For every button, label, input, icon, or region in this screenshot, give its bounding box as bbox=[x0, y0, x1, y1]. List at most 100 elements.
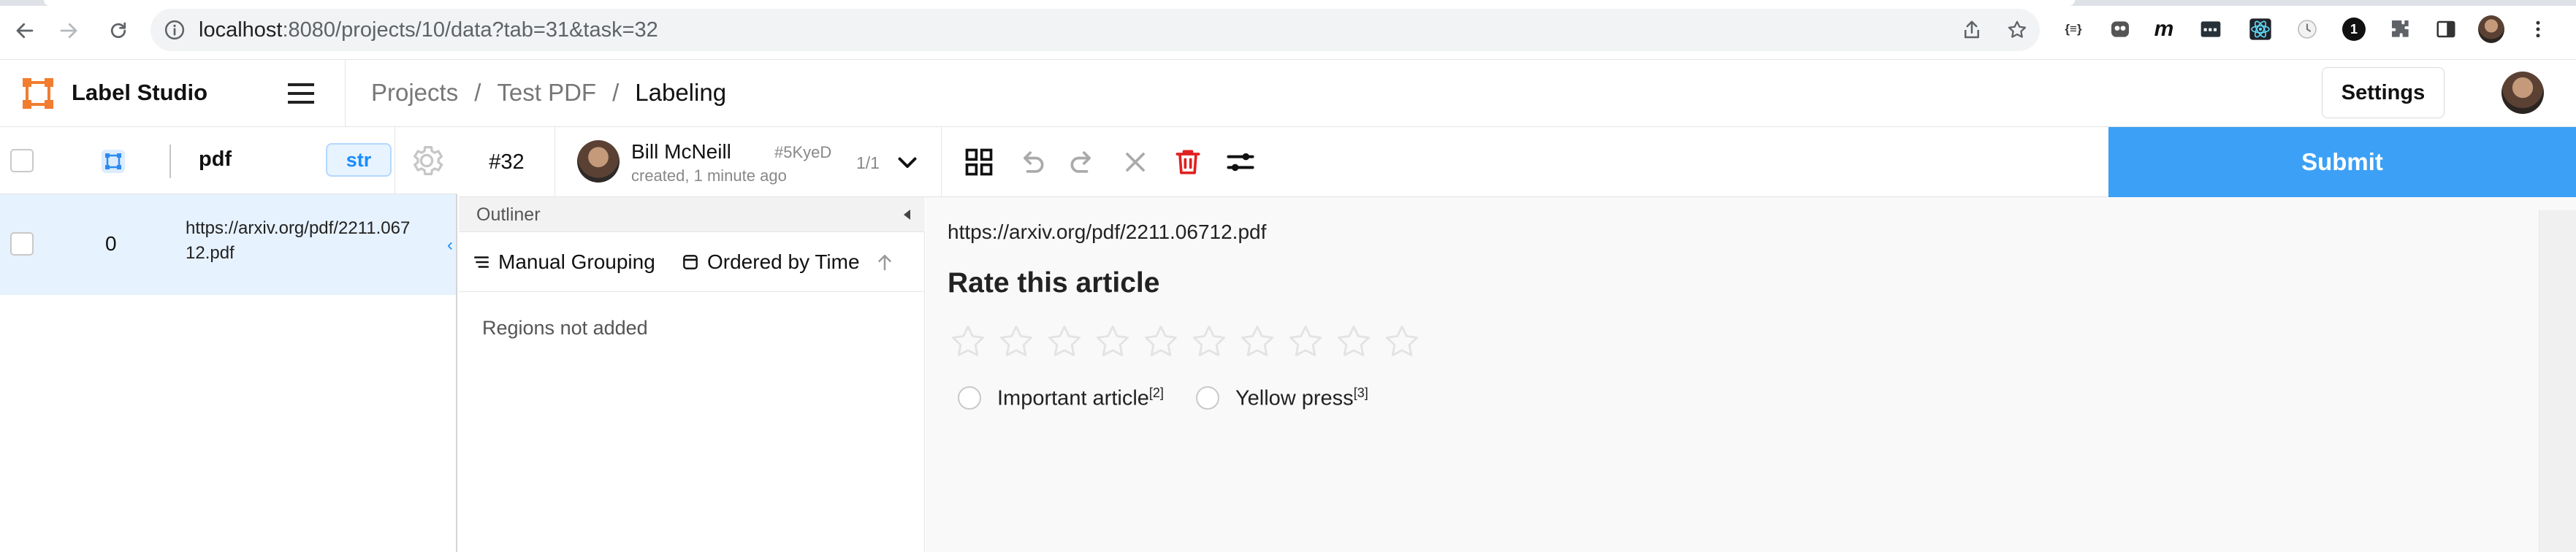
app-header: Label Studio Projects / Test PDF / Labeling … bbox=[0, 60, 2576, 127]
sidebar-icon bbox=[2436, 20, 2455, 38]
puzzle-icon bbox=[2392, 20, 2409, 37]
label-studio-logo-icon[interactable] bbox=[20, 76, 56, 111]
ordering-selector[interactable]: Ordered by Time bbox=[681, 250, 860, 275]
collapse-panel-icon[interactable] bbox=[900, 207, 915, 222]
blob-extension-icon[interactable] bbox=[2107, 16, 2133, 42]
calendar-icon bbox=[683, 255, 698, 269]
id-column-icon[interactable] bbox=[101, 149, 126, 174]
radio-button[interactable] bbox=[958, 386, 981, 410]
grouping-label: Manual Grouping bbox=[498, 250, 655, 273]
clock-icon bbox=[2298, 20, 2317, 39]
star-icon[interactable] bbox=[1383, 323, 1421, 361]
back-button[interactable] bbox=[7, 13, 42, 48]
rating-stars bbox=[949, 323, 1431, 364]
url-host: localhost bbox=[199, 18, 283, 42]
hamburger-menu-icon[interactable] bbox=[285, 80, 317, 107]
kebab-icon bbox=[2536, 20, 2540, 38]
share-icon[interactable] bbox=[1961, 19, 1983, 41]
choice-label: Important article[2] bbox=[997, 386, 1164, 411]
user-avatar[interactable] bbox=[2501, 72, 2544, 114]
json-extension-icon[interactable]: {≡} bbox=[2060, 16, 2087, 42]
labeling-area: https://arxiv.org/pdf/2211.06712.pdf Rat… bbox=[926, 197, 2576, 552]
react-extension-icon[interactable] bbox=[2247, 16, 2274, 42]
star-icon[interactable] bbox=[1287, 323, 1325, 361]
reload-button[interactable] bbox=[101, 13, 136, 48]
star-icon[interactable] bbox=[1190, 323, 1228, 361]
columns-settings-button[interactable] bbox=[395, 127, 457, 194]
profile-avatar[interactable] bbox=[2478, 15, 2504, 43]
password-extension-icon[interactable]: 1 bbox=[2341, 16, 2367, 42]
chevron-down-icon[interactable] bbox=[894, 149, 921, 175]
star-icon[interactable] bbox=[1238, 323, 1276, 361]
star-icon[interactable] bbox=[1335, 323, 1373, 361]
column-divider[interactable] bbox=[169, 145, 171, 178]
pdf-url-text: https://arxiv.org/pdf/2211.06712.pdf bbox=[948, 221, 1267, 243]
terminal-extension-icon[interactable] bbox=[2198, 16, 2224, 42]
column-header-pdf[interactable]: pdf bbox=[199, 147, 232, 172]
select-all-checkbox[interactable] bbox=[10, 149, 34, 172]
grouping-selector[interactable]: Manual Grouping bbox=[472, 250, 655, 275]
breadcrumb-projects[interactable]: Projects bbox=[371, 79, 458, 106]
reload-icon bbox=[110, 22, 126, 39]
annotation-hash: #5KyeD bbox=[774, 143, 832, 161]
radio-button[interactable] bbox=[1195, 386, 1219, 410]
scrollbar[interactable] bbox=[2539, 210, 2576, 552]
gear-icon bbox=[413, 145, 443, 176]
choice-text: Important article bbox=[997, 386, 1149, 410]
breadcrumb-project[interactable]: Test PDF bbox=[497, 79, 596, 106]
browser-menu-icon[interactable] bbox=[2525, 16, 2551, 42]
column-type-badge[interactable]: str bbox=[326, 143, 392, 177]
annotation-toolbar: #32 Bill McNeill #5KyeD created, 1 minut… bbox=[459, 127, 2576, 197]
reset-close-icon[interactable] bbox=[1119, 146, 1151, 178]
choice-hotkey: [2] bbox=[1148, 386, 1164, 400]
submit-button[interactable]: Submit bbox=[2108, 127, 2576, 197]
info-icon[interactable] bbox=[164, 19, 186, 41]
row-checkbox[interactable] bbox=[10, 232, 34, 256]
react-icon bbox=[2249, 18, 2271, 40]
choice-text: Yellow press bbox=[1235, 386, 1354, 410]
star-icon[interactable] bbox=[997, 323, 1035, 361]
grid-view-icon[interactable] bbox=[963, 146, 995, 178]
clock-extension-icon[interactable] bbox=[2294, 16, 2320, 42]
settings-button[interactable]: Settings bbox=[2322, 67, 2444, 118]
choices-group: Important article[2] Yellow press[3] bbox=[958, 386, 1401, 411]
annotator-name: Bill McNeill bbox=[631, 140, 731, 163]
regions-empty-message: Regions not added bbox=[482, 317, 648, 339]
breadcrumb-separator: / bbox=[474, 79, 481, 106]
arrow-right-icon bbox=[60, 23, 77, 39]
undo-icon[interactable] bbox=[1015, 146, 1048, 178]
star-icon[interactable] bbox=[1094, 323, 1132, 361]
annotation-count: 1/1 bbox=[856, 153, 880, 172]
task-id: #32 bbox=[459, 127, 555, 197]
rating-header: Rate this article bbox=[948, 267, 1160, 299]
m-extension-icon[interactable]: m bbox=[2151, 16, 2177, 42]
forward-button[interactable] bbox=[51, 13, 86, 48]
sliders-settings-icon[interactable] bbox=[1224, 146, 1257, 178]
puzzle-extensions-icon[interactable] bbox=[2388, 16, 2414, 42]
m-extension-label: m bbox=[2154, 17, 2174, 41]
table-header: pdf str bbox=[0, 127, 457, 194]
star-icon[interactable] bbox=[1142, 323, 1180, 361]
redo-icon[interactable] bbox=[1067, 146, 1099, 178]
choice-important-article[interactable]: Important article[2] bbox=[958, 386, 1164, 411]
star-icon[interactable] bbox=[949, 323, 987, 361]
sort-arrow-up-icon[interactable] bbox=[874, 251, 896, 273]
tab-strip bbox=[0, 0, 2576, 6]
brand-name[interactable]: Label Studio bbox=[72, 80, 207, 106]
choice-label: Yellow press[3] bbox=[1235, 386, 1368, 411]
star-icon[interactable] bbox=[1045, 323, 1083, 361]
outliner-toolbar: Manual Grouping Ordered by Time bbox=[459, 232, 925, 292]
choice-yellow-press[interactable]: Yellow press[3] bbox=[1195, 386, 1368, 411]
json-extension-label: {≡} bbox=[2065, 22, 2082, 36]
address-bar[interactable]: localhost:8080/projects/10/data?tab=31&t… bbox=[150, 9, 2040, 51]
breadcrumb-separator: / bbox=[612, 79, 620, 106]
url-text[interactable]: localhost:8080/projects/10/data?tab=31&t… bbox=[199, 18, 658, 42]
side-panel-icon[interactable] bbox=[2433, 16, 2459, 42]
delete-trash-icon[interactable] bbox=[1172, 146, 1204, 178]
choice-hotkey: [3] bbox=[1353, 386, 1368, 400]
bookmark-star-icon[interactable] bbox=[2006, 19, 2028, 41]
breadcrumb: Projects / Test PDF / Labeling bbox=[371, 79, 726, 107]
outliner-title: Outliner bbox=[476, 204, 541, 225]
profile-image bbox=[2478, 15, 2504, 43]
table-row[interactable]: 0 https://arxiv.org/pdf/2211.06712.pdf ‹ bbox=[0, 194, 456, 295]
